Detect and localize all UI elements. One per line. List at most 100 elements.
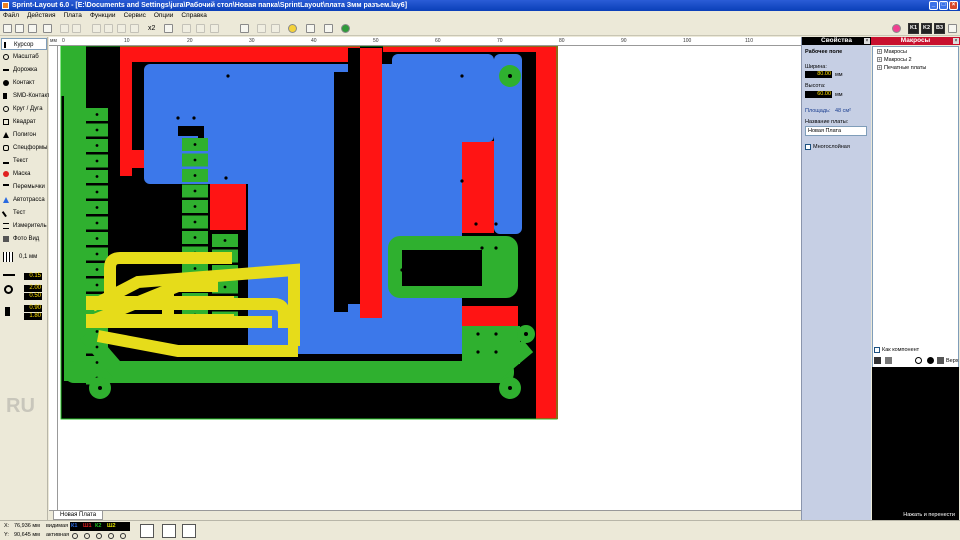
save-icon[interactable] [28,24,37,33]
x-coordinate: 76,936 мм [14,523,40,529]
menu-service[interactable]: Сервис [124,11,146,21]
layer-k2[interactable]: К2 [95,523,101,529]
pad-outer-value[interactable]: 2.00 [24,285,42,292]
tool-mask[interactable]: Маска [1,168,47,180]
tool-text[interactable]: Текст [1,155,47,167]
undo-icon[interactable] [60,24,69,33]
track-width-value[interactable]: 0.15 [24,273,42,280]
smd-height-value[interactable]: 1.80 [24,313,42,320]
tool-cursor[interactable]: Курсор [1,38,47,50]
close-icon[interactable]: × [953,38,959,44]
zoom-objects-icon[interactable] [306,24,315,33]
print-icon[interactable] [43,24,52,33]
mirror-macro-icon[interactable] [927,357,934,364]
expand-icon[interactable]: + [877,65,882,71]
tree-item-macros[interactable]: + Макросы [877,49,907,55]
zoom-factor[interactable]: x2 [148,24,155,33]
maximize-button[interactable]: □ [939,1,948,10]
cut-icon[interactable] [92,24,101,33]
close-icon[interactable]: × [864,38,870,44]
menu-help[interactable]: Справка [181,11,207,21]
pcb-canvas[interactable] [58,46,801,510]
group-icon[interactable] [240,24,249,33]
tool-autoroute[interactable]: Автотрасса [1,194,47,206]
minimize-button[interactable]: _ [929,1,938,10]
align-icon[interactable] [210,24,219,33]
copy-icon[interactable] [104,24,113,33]
macro-tree[interactable]: + Макросы + Макросы 2 + Печатные платы [872,46,959,379]
tool-smd-pad[interactable]: SMD-Контакт [1,90,50,102]
menu-actions[interactable]: Действия [27,11,55,21]
tool-track[interactable]: Дорожка [1,64,47,76]
menu-functions[interactable]: Функции [90,11,116,21]
ungroup-icon[interactable] [257,24,266,33]
new-file-icon[interactable] [3,24,12,33]
close-button[interactable]: × [949,1,958,10]
layer-toggle-icon[interactable] [892,24,901,33]
grid-value[interactable]: 0,1 мм [19,254,37,260]
active-layer-radio[interactable] [84,533,90,539]
pad-drill [95,345,99,349]
pcb-board[interactable] [58,46,801,510]
drill-hole [176,116,180,120]
tool-square[interactable]: Квадрат [1,116,47,128]
height-field[interactable]: 60.00 [805,91,832,98]
open-file-icon[interactable] [15,24,24,33]
layer-k2-button[interactable]: K2 [921,23,932,34]
tool-polygon[interactable]: Полигон [1,129,47,141]
as-component-checkbox[interactable] [874,347,880,353]
expand-icon[interactable]: + [877,57,882,63]
menu-options[interactable]: Опции [154,11,174,21]
grid-icon[interactable] [3,252,13,262]
tree-item-pcbs[interactable]: + Печатные платы [877,65,926,71]
settings-icon[interactable] [324,24,333,33]
layer-macro-icon[interactable] [937,357,944,364]
target-icon[interactable] [162,524,176,538]
tab-board[interactable]: Новая Плата [53,511,104,520]
menu-file[interactable]: Файл [3,11,19,21]
drc-icon[interactable] [182,524,196,538]
tool-jumper[interactable]: Перемычки [1,181,47,193]
active-layer-radio[interactable] [96,533,102,539]
tool-photo-view[interactable]: Фото Вид [1,233,47,245]
layer-sh1[interactable]: Ш1 [83,523,92,529]
delete-icon[interactable] [130,24,139,33]
tool-zoom[interactable]: Масштаб [1,51,47,63]
mirror-horizontal-icon[interactable] [182,24,191,33]
snap-icon[interactable] [271,24,280,33]
rotate-macro-icon[interactable] [915,357,922,364]
tool-test[interactable]: Тест [1,207,47,219]
drill-hole [494,222,498,226]
active-layer-radio[interactable] [120,533,126,539]
macro-preview[interactable]: Нажать и перенести [872,367,959,520]
rotate-icon[interactable] [164,24,173,33]
delete-macro-icon[interactable] [885,357,892,364]
menu-board[interactable]: Плата [63,11,81,21]
layer-b3-button[interactable]: B3 [934,23,945,34]
layer-k1-button[interactable]: K1 [908,23,919,34]
expand-icon[interactable]: + [877,49,882,55]
tool-circle-arc[interactable]: Круг / Дуга [1,103,47,115]
drill-hole [476,350,480,354]
save-macro-icon[interactable] [874,357,881,364]
mirror-vertical-icon[interactable] [196,24,205,33]
smd-width-value[interactable]: 0.90 [24,305,42,312]
multilayer-checkbox[interactable] [805,144,811,150]
layer-sh2[interactable]: Ш2 [107,523,116,529]
board-name-field[interactable]: Новая Плата [805,126,867,136]
active-layer-radio[interactable] [108,533,114,539]
pad-inner-value[interactable]: 0.50 [24,293,42,300]
zoom-board-icon[interactable] [288,24,297,33]
tool-measure[interactable]: Измеритель [1,220,47,232]
connections-icon[interactable] [140,524,154,538]
active-layer-radio[interactable] [72,533,78,539]
tree-item-macros-2[interactable]: + Макросы 2 [877,57,912,63]
paste-icon[interactable] [117,24,126,33]
redo-icon[interactable] [72,24,81,33]
width-field[interactable]: 80.00 [805,71,832,78]
tool-special-shapes[interactable]: Спецформы [1,142,47,154]
tool-pad[interactable]: Контакт [1,77,47,89]
view-mode-icon[interactable] [948,24,957,33]
export-icon[interactable] [341,24,350,33]
layer-k1[interactable]: К1 [71,523,77,529]
